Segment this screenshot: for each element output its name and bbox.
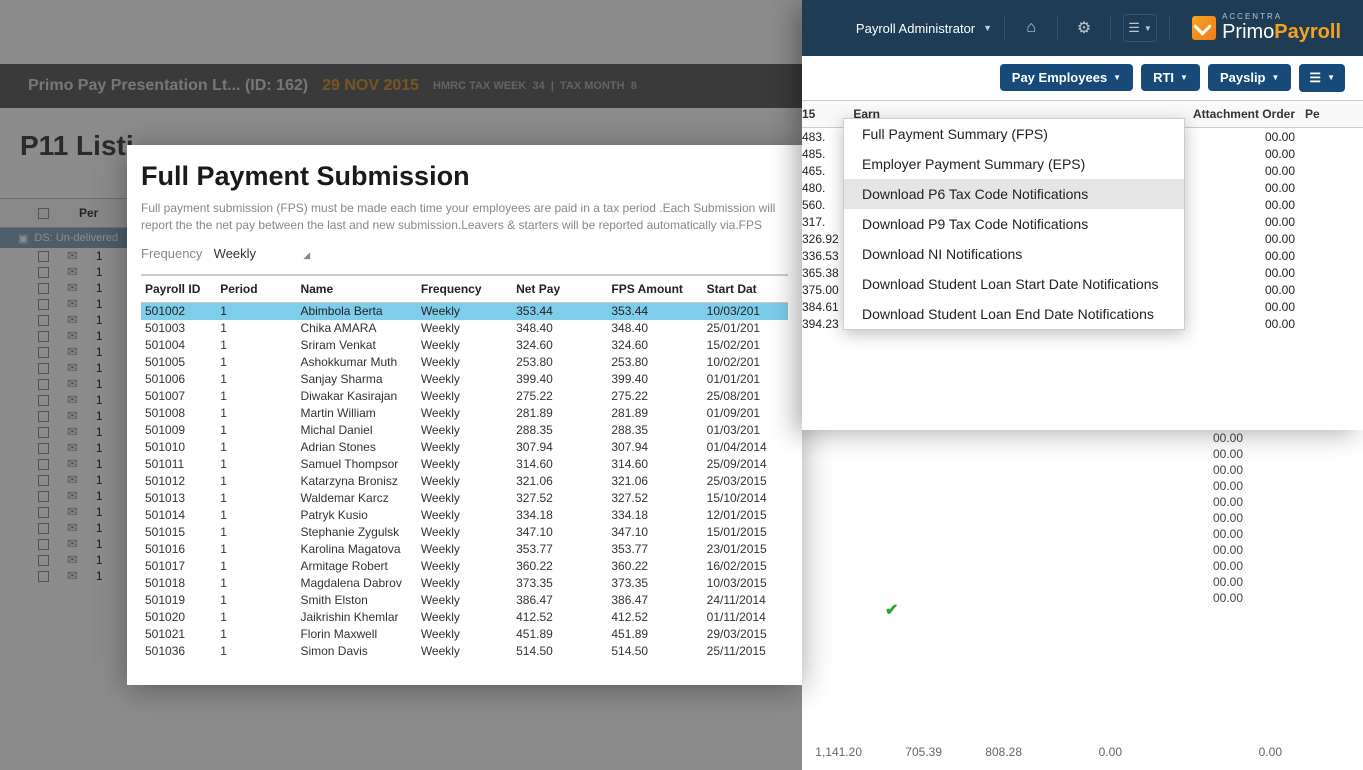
brand-logo-icon <box>1192 16 1216 40</box>
fps-row[interactable]: 5010061Sanjay SharmaWeekly399.40399.4001… <box>141 371 788 388</box>
fps-table[interactable]: Payroll IDPeriodNameFrequencyNet PayFPS … <box>141 274 788 660</box>
rti-menu-item[interactable]: Employer Payment Summary (EPS) <box>844 149 1184 179</box>
company-name: Primo Pay Presentation Lt... (ID: 162) <box>28 77 308 95</box>
column-header[interactable]: Period <box>216 275 296 303</box>
column-header[interactable]: FPS Amount <box>607 275 702 303</box>
ext-row: 00.00 <box>802 574 1363 590</box>
fps-row[interactable]: 5010201Jaikrishin KhemlarWeekly412.52412… <box>141 609 788 626</box>
rti-menu-item[interactable]: Full Payment Summary (FPS) <box>844 119 1184 149</box>
fps-row[interactable]: 5010101Adrian StonesWeekly307.94307.9401… <box>141 439 788 456</box>
fps-row[interactable]: 5010131Waldemar KarczWeekly327.52327.521… <box>141 490 788 507</box>
ext-row: 00.00 <box>802 542 1363 558</box>
fps-row[interactable]: 5010171Armitage RobertWeekly360.22360.22… <box>141 558 788 575</box>
fps-row[interactable]: 5010021Abimbola BertaWeekly353.44353.441… <box>141 302 788 320</box>
ext-row: 00.00 <box>802 430 1363 446</box>
pay-employees-button[interactable]: Pay Employees▼ <box>1000 64 1133 91</box>
column-header[interactable]: Frequency <box>417 275 512 303</box>
ext-row: 00.00 <box>802 478 1363 494</box>
fps-row[interactable]: 5010141Patryk KusioWeekly334.18334.1812/… <box>141 507 788 524</box>
column-header[interactable]: Start Dat <box>703 275 788 303</box>
fps-row[interactable]: 5010181Magdalena DabrovWeekly373.35373.3… <box>141 575 788 592</box>
footer-totals: 1,141.20 705.39 808.28 0.00 0.00 <box>802 745 1363 759</box>
fps-row[interactable]: 5010161Karolina MagatovaWeekly353.77353.… <box>141 541 788 558</box>
chevron-down-icon: ◢ <box>303 250 310 260</box>
rti-menu-item[interactable]: Download Student Loan End Date Notificat… <box>844 299 1184 329</box>
fps-row[interactable]: 5010111Samuel ThompsorWeekly314.60314.60… <box>141 456 788 473</box>
fps-row[interactable]: 5010121Katarzyna BroniszWeekly321.06321.… <box>141 473 788 490</box>
frequency-selector[interactable]: Frequency Weekly ◢ <box>141 244 788 264</box>
fps-row[interactable]: 5010081Martin WilliamWeekly281.89281.890… <box>141 405 788 422</box>
modal-title: Full Payment Submission <box>141 161 788 192</box>
ext-row: 00.00 <box>802 494 1363 510</box>
column-header[interactable]: Name <box>296 275 416 303</box>
fps-row[interactable]: 5010151Stephanie ZygulskWeekly347.10347.… <box>141 524 788 541</box>
column-header[interactable]: Net Pay <box>512 275 607 303</box>
ext-row: 00.00 <box>802 510 1363 526</box>
payslip-button[interactable]: Payslip▼ <box>1208 64 1291 91</box>
checkmark-icon: ✔ <box>885 600 898 620</box>
rti-menu-item[interactable]: Download NI Notifications <box>844 239 1184 269</box>
rti-menu-item[interactable]: Download P9 Tax Code Notifications <box>844 209 1184 239</box>
fps-row[interactable]: 5010191Smith ElstonWeekly386.47386.4724/… <box>141 592 788 609</box>
fps-row[interactable]: 5010051Ashokkumar MuthWeekly253.80253.80… <box>141 354 788 371</box>
admin-dropdown[interactable]: Payroll Administrator▼ <box>856 21 992 36</box>
home-icon[interactable]: ⌂ <box>1017 14 1045 42</box>
fps-row[interactable]: 5010031Chika AMARAWeekly348.40348.4025/0… <box>141 320 788 337</box>
fps-row[interactable]: 5010211Florin MaxwellWeekly451.89451.892… <box>141 626 788 643</box>
fps-row[interactable]: 5010091Michal DanielWeekly288.35288.3501… <box>141 422 788 439</box>
top-bar: Payroll Administrator▼ ⌂ ⚙ ☰ ▼ ACCENTRA … <box>802 0 1363 56</box>
gear-icon[interactable]: ⚙ <box>1070 14 1098 42</box>
action-bar: Pay Employees▼ RTI▼ Payslip▼ ☰ ▼ <box>802 56 1363 100</box>
brand: ACCENTRA PrimoPayroll <box>1192 12 1341 44</box>
column-header[interactable]: Payroll ID <box>141 275 216 303</box>
fps-row[interactable]: 5010041Sriram VenkatWeekly324.60324.6015… <box>141 337 788 354</box>
fps-row[interactable]: 5010071Diwakar KasirajanWeekly275.22275.… <box>141 388 788 405</box>
ext-row: 00.00 <box>802 462 1363 478</box>
action-hamburger[interactable]: ☰ ▼ <box>1299 64 1345 92</box>
hamburger-menu[interactable]: ☰ ▼ <box>1123 14 1157 42</box>
fps-row[interactable]: 5010361Simon DavisWeekly514.50514.5025/1… <box>141 643 788 660</box>
rti-menu-item[interactable]: Download Student Loan Start Date Notific… <box>844 269 1184 299</box>
rti-dropdown[interactable]: Full Payment Summary (FPS)Employer Payme… <box>843 118 1185 330</box>
page-title: P11 Listi <box>20 130 134 162</box>
company-date: 29 NOV 2015 <box>322 77 419 95</box>
ext-row: 00.00 <box>802 558 1363 574</box>
ext-row: 00.00 <box>802 526 1363 542</box>
rti-button[interactable]: RTI▼ <box>1141 64 1200 91</box>
fps-modal: Full Payment Submission Full payment sub… <box>127 145 802 685</box>
modal-desc: Full payment submission (FPS) must be ma… <box>141 200 788 234</box>
rti-menu-item[interactable]: Download P6 Tax Code Notifications <box>844 179 1184 209</box>
ext-row: 00.00 <box>802 446 1363 462</box>
caret-down-icon: ▼ <box>983 23 992 33</box>
